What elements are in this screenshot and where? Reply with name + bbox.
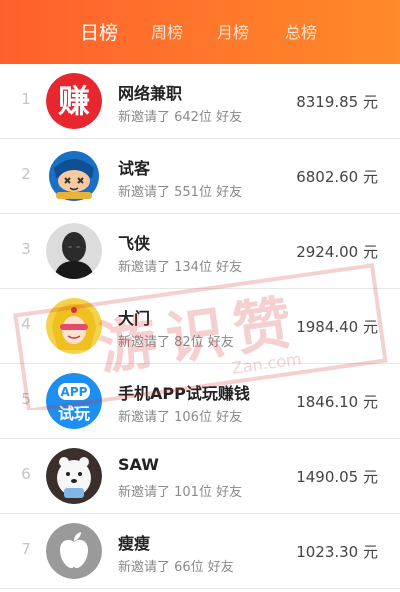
rank-number: 1 [21,90,31,108]
user-name: SAW [118,455,159,474]
earning-amount: 1984.40 元 [296,318,378,336]
rank-number: 5 [21,390,31,408]
user-name: 网络兼职 [118,84,183,103]
app-trial-logo-icon: APP 试玩 [46,373,102,429]
earning-amount: 1846.10 元 [296,393,378,411]
user-name: 试客 [118,159,151,178]
rank-number: 4 [21,315,31,333]
tab-daily[interactable]: 日榜 [74,0,124,64]
anime-girl-icon [46,298,102,354]
zhuan-logo-icon: 赚 [46,73,102,129]
earning-amount: 1023.30 元 [296,543,378,561]
user-name: 大门 [118,309,151,328]
user-name: 手机APP试玩赚钱 [118,384,250,403]
invite-text: 新邀请了 106位 好友 [118,410,243,425]
invite-text: 新邀请了 66位 好友 [118,560,234,575]
portrait-photo-icon [46,223,102,279]
tab-weekly[interactable]: 周榜 [142,0,192,64]
avatar-text: 赚 [58,82,90,120]
rank-number: 3 [21,240,31,258]
tab-monthly[interactable]: 月榜 [208,0,258,64]
ranking-tab-bar: 日榜 周榜 月榜 总榜 [0,0,400,64]
list-item[interactable]: 1 赚 网络兼职 新邀请了 642位 好友 8319.85 元 [0,64,400,139]
earning-amount: 8319.85 元 [296,93,378,111]
rank-number: 6 [21,465,31,483]
invite-text: 新邀请了 642位 好友 [118,110,243,125]
earning-amount: 6802.60 元 [296,168,378,186]
invite-text: 新邀请了 134位 好友 [118,260,243,275]
list-item[interactable]: 2 试客 新邀请了 551位 好友 6802.60 元 [0,139,400,214]
list-item[interactable]: 3 飞侠 新邀请了 134位 好友 2924.00 元 [0,214,400,289]
list-item[interactable]: 7 瘦瘦 新邀请了 66位 好友 1023.30 元 [0,514,400,589]
cartoon-ninja-icon [46,148,102,204]
earning-amount: 2924.00 元 [296,243,378,261]
invite-text: 新邀请了 101位 好友 [118,485,243,500]
list-item[interactable]: 6 SAW 新邀请了 101位 好友 1490.05 元 [0,439,400,514]
avatar-text: APP [61,385,88,399]
list-item[interactable]: 5 APP 试玩 手机APP试玩赚钱 新邀请了 106位 好友 1846.10 … [0,364,400,439]
invite-text: 新邀请了 82位 好友 [118,335,234,350]
tab-overall[interactable]: 总榜 [276,0,326,64]
rank-number: 2 [21,165,31,183]
apple-logo-icon [46,523,102,579]
avatar-text: 试玩 [58,404,90,423]
user-name: 瘦瘦 [118,534,151,553]
list-item[interactable]: 4 大门 新邀请了 82位 好友 1984.40 元 [0,289,400,364]
rank-number: 7 [21,540,31,558]
polar-bear-icon [46,448,102,504]
ranking-list: 1 赚 网络兼职 新邀请了 642位 好友 8319.85 元 2 试客 新邀请… [0,64,400,589]
invite-text: 新邀请了 551位 好友 [118,185,243,200]
earning-amount: 1490.05 元 [296,468,378,486]
user-name: 飞侠 [118,234,151,253]
